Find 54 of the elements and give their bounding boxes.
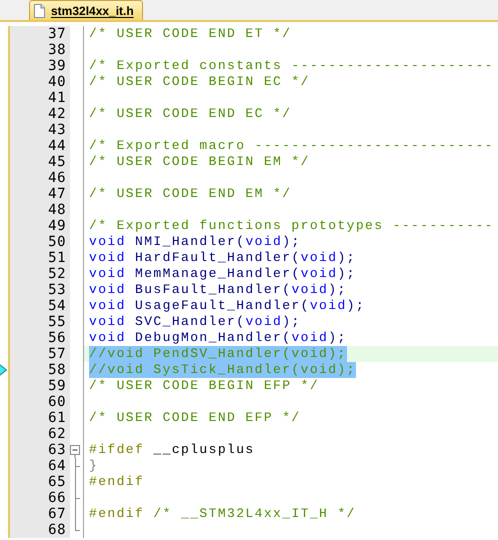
line-number: 43: [10, 122, 70, 138]
line-number: 40: [10, 74, 70, 90]
code-line: void UsageFault_Handler(void);: [89, 298, 366, 314]
code-line: void NMI_Handler(void);: [89, 234, 301, 250]
line-number: 41: [10, 90, 70, 106]
code-line: /* USER CODE END EM */: [89, 186, 292, 202]
line-number: 64: [10, 458, 70, 474]
line-number: 57: [10, 346, 70, 362]
code-line: /* Exported functions prototypes -----------: [89, 218, 494, 234]
code-line: /* USER CODE BEGIN EFP */: [89, 378, 320, 394]
code-line: void MemManage_Handler(void);: [89, 266, 356, 282]
line-number: 63: [10, 442, 70, 458]
code-line: #endif: [89, 474, 144, 490]
code-line: /* Exported macro --------------------------: [89, 138, 494, 154]
line-number: 65: [10, 474, 70, 490]
code-line: }: [89, 458, 98, 474]
code-line: /* USER CODE END ET */: [89, 26, 292, 42]
line-number: 62: [10, 426, 70, 442]
line-number: 47: [10, 186, 70, 202]
line-number: 44: [10, 138, 70, 154]
line-number: 37: [10, 26, 70, 42]
code-line: void HardFault_Handler(void);: [89, 250, 356, 266]
line-number: 45: [10, 154, 70, 170]
line-number: 67: [10, 506, 70, 522]
code-line: void SVC_Handler(void);: [89, 314, 301, 330]
line-number: 46: [10, 170, 70, 186]
line-number: 39: [10, 58, 70, 74]
line-number: 50: [10, 234, 70, 250]
file-tab[interactable]: stm32l4xx_it.h: [29, 0, 143, 20]
line-number: 60: [10, 394, 70, 410]
code-line: /* USER CODE BEGIN EC */: [89, 74, 310, 90]
line-number: 38: [10, 42, 70, 58]
line-number: 59: [10, 378, 70, 394]
line-number: 52: [10, 266, 70, 282]
code-line: void BusFault_Handler(void);: [89, 282, 347, 298]
line-number: 51: [10, 250, 70, 266]
code-line: void DebugMon_Handler(void);: [89, 330, 347, 346]
line-number: 49: [10, 218, 70, 234]
line-number: 48: [10, 202, 70, 218]
code-line: /* USER CODE END EC */: [89, 106, 292, 122]
line-number: 68: [10, 522, 70, 538]
line-number: 53: [10, 282, 70, 298]
line-number: 54: [10, 298, 70, 314]
code-line: /* Exported constants ----------------------: [89, 58, 494, 74]
code-line: /* USER CODE BEGIN EM */: [89, 154, 310, 170]
line-number: 58: [10, 362, 70, 378]
code-line: #ifdef __cplusplus: [89, 442, 255, 458]
line-number: 55: [10, 314, 70, 330]
code-line: #endif /* __STM32L4xx_IT_H */: [89, 506, 356, 522]
line-number: 66: [10, 490, 70, 506]
code-line: /* USER CODE END EFP */: [89, 410, 301, 426]
line-number: 61: [10, 410, 70, 426]
line-number: 42: [10, 106, 70, 122]
line-number: 56: [10, 330, 70, 346]
